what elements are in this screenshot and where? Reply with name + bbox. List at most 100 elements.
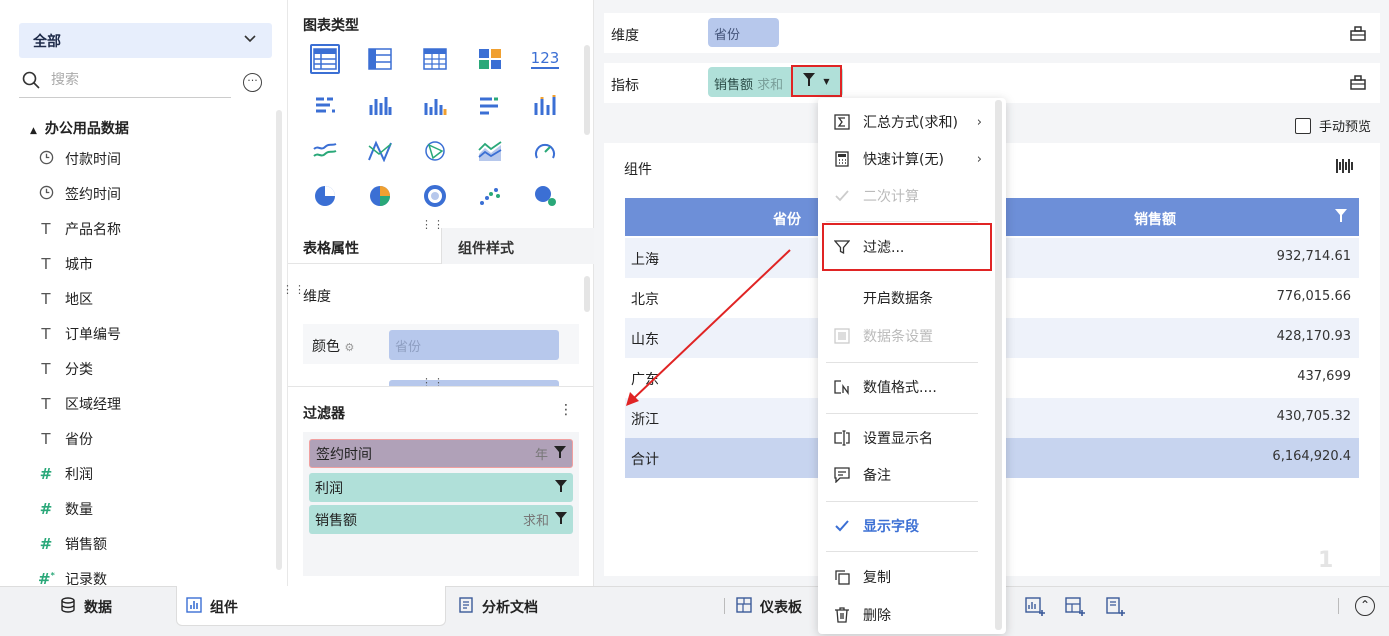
filter-pill-agg: 年 <box>534 448 548 463</box>
scope-dropdown[interactable]: 全部 <box>19 23 272 58</box>
menu-item-label: 备注 <box>863 468 891 484</box>
funnel-icon[interactable] <box>554 445 566 462</box>
column-chart-icon[interactable] <box>365 91 395 121</box>
collapse-up-icon[interactable]: ⌃ <box>1355 596 1375 616</box>
chart-types-scrollbar[interactable] <box>584 45 590 135</box>
field-item[interactable]: T 订单编号 <box>38 322 121 346</box>
menu-item-label: 复制 <box>863 570 891 586</box>
filter-pill-label: 销售额 <box>315 512 357 529</box>
area-chart-icon[interactable] <box>475 136 505 166</box>
funnel-icon[interactable] <box>555 479 567 496</box>
gauge-chart-icon[interactable] <box>530 136 560 166</box>
menu-item-enable-databar[interactable]: 开启数据条 <box>818 280 988 316</box>
check-icon <box>830 189 854 203</box>
filter-pill-agg: 求和 <box>522 514 549 529</box>
field-list-scrollbar[interactable] <box>276 110 282 570</box>
menu-separator <box>826 551 978 552</box>
tab-component-style[interactable]: 组件样式 <box>441 228 594 264</box>
bubble-chart-icon[interactable] <box>530 181 560 211</box>
tab-component[interactable]: 组件 <box>186 597 238 617</box>
field-item[interactable]: T 城市 <box>38 252 93 276</box>
menu-item-quick-calc[interactable]: 快速计算(无) › <box>818 141 988 177</box>
menu-separator <box>826 221 978 222</box>
menu-scrollbar[interactable] <box>995 100 1002 630</box>
manual-preview-toggle[interactable]: 手动预览 <box>1295 116 1371 135</box>
filter-more-icon[interactable]: ⋮ <box>559 402 573 418</box>
pie-chart-icon[interactable] <box>310 181 340 211</box>
tab-dashboard[interactable]: 仪表板 <box>736 597 802 617</box>
field-item[interactable]: 签约时间 <box>38 182 121 206</box>
funnel-icon[interactable] <box>555 511 567 528</box>
dimension-label: 维度 <box>303 289 331 305</box>
radar-chart-icon[interactable] <box>420 136 450 166</box>
scatter-chart-icon[interactable] <box>475 181 505 211</box>
field-item[interactable]: # 销售额 <box>38 532 107 556</box>
cell-sales: 932,714.61 <box>1276 249 1351 264</box>
field-item[interactable]: T 区域经理 <box>38 392 121 416</box>
gear-icon[interactable]: ⚙ <box>344 341 354 354</box>
filter-pill[interactable]: 签约时间 年 <box>309 439 573 468</box>
number-card-icon[interactable]: 123 <box>530 44 560 74</box>
field-item[interactable]: T 地区 <box>38 287 93 311</box>
filter-pill-label: 签约时间 <box>316 446 372 463</box>
menu-item-delete[interactable]: 删除 <box>818 597 988 633</box>
radar-line-icon[interactable] <box>365 136 395 166</box>
menu-item-copy[interactable]: 复制 <box>818 559 988 595</box>
shelf-settings-icon[interactable] <box>1349 24 1367 42</box>
tab-table-props[interactable]: 表格属性 <box>303 238 359 258</box>
manual-preview-checkbox[interactable] <box>1295 117 1311 134</box>
grouped-bar-icon[interactable] <box>310 91 340 121</box>
shelf-settings-icon[interactable] <box>1349 73 1367 91</box>
menu-item-number-format[interactable]: 数值格式.... <box>818 369 988 405</box>
add-component-icon[interactable] <box>1025 597 1045 617</box>
barcode-icon[interactable] <box>1335 157 1355 175</box>
dataset-root[interactable]: ▲ 办公用品数据 <box>30 118 129 138</box>
search-icon <box>22 71 40 89</box>
line-chart-icon[interactable] <box>310 136 340 166</box>
kpi-card-icon[interactable] <box>475 44 505 74</box>
table-chart-icon[interactable] <box>310 44 340 74</box>
field-item[interactable]: # 数量 <box>38 497 93 521</box>
text-type-icon: T <box>41 290 51 308</box>
manual-preview-label: 手动预览 <box>1319 120 1372 135</box>
scope-label: 全部 <box>33 34 61 50</box>
text-type-icon: T <box>41 360 51 378</box>
add-dashboard-icon[interactable] <box>1065 597 1085 617</box>
color-field-pill[interactable]: 省份 <box>389 330 559 360</box>
multi-column-icon[interactable] <box>420 91 450 121</box>
field-label: 产品名称 <box>65 222 121 238</box>
filter-pill[interactable]: 利润 <box>309 473 573 502</box>
bar-chart-small-icon <box>186 597 202 617</box>
multi-pie-icon[interactable] <box>365 181 395 211</box>
menu-item-note[interactable]: 备注 <box>818 457 988 493</box>
field-item[interactable]: T 省份 <box>38 427 93 451</box>
search-input[interactable] <box>51 72 221 88</box>
menu-item-aggregation[interactable]: 汇总方式(求和) › <box>818 104 988 140</box>
field-item[interactable]: T 产品名称 <box>38 217 121 241</box>
stacked-column-icon[interactable] <box>530 91 560 121</box>
field-label: 付款时间 <box>65 152 121 168</box>
field-item[interactable]: 付款时间 <box>38 147 121 171</box>
dimension-pill[interactable]: 省份 <box>708 18 779 47</box>
tab-component-label: 组件 <box>210 600 238 616</box>
props-scrollbar[interactable] <box>584 276 590 312</box>
add-document-icon[interactable] <box>1105 597 1125 617</box>
menu-item-show-field[interactable]: 显示字段 <box>818 508 988 544</box>
bar-chart-icon[interactable] <box>475 91 505 121</box>
metric-filter-dropdown[interactable]: ▼ <box>791 65 842 97</box>
number-type-icon: # <box>39 500 53 518</box>
donut-chart-icon[interactable] <box>420 181 450 211</box>
field-item[interactable]: # 利润 <box>38 462 93 486</box>
table-header-sales[interactable]: 销售额 <box>1080 209 1230 229</box>
header-funnel-icon[interactable] <box>1335 209 1347 226</box>
crosstab-chart-icon[interactable] <box>365 44 395 74</box>
menu-item-rename[interactable]: 设置显示名 <box>818 420 988 456</box>
tab-analysis-doc[interactable]: 分析文档 <box>458 597 538 617</box>
field-item[interactable]: T 分类 <box>38 357 93 381</box>
tab-analysis-doc-label: 分析文档 <box>482 600 538 616</box>
more-options-icon[interactable]: ··· <box>243 73 262 92</box>
filter-pill[interactable]: 销售额 求和 <box>309 505 573 534</box>
expand-triangle-icon: ▲ <box>30 126 37 136</box>
tab-data[interactable]: 数据 <box>60 597 112 617</box>
list-table-icon[interactable] <box>420 44 450 74</box>
